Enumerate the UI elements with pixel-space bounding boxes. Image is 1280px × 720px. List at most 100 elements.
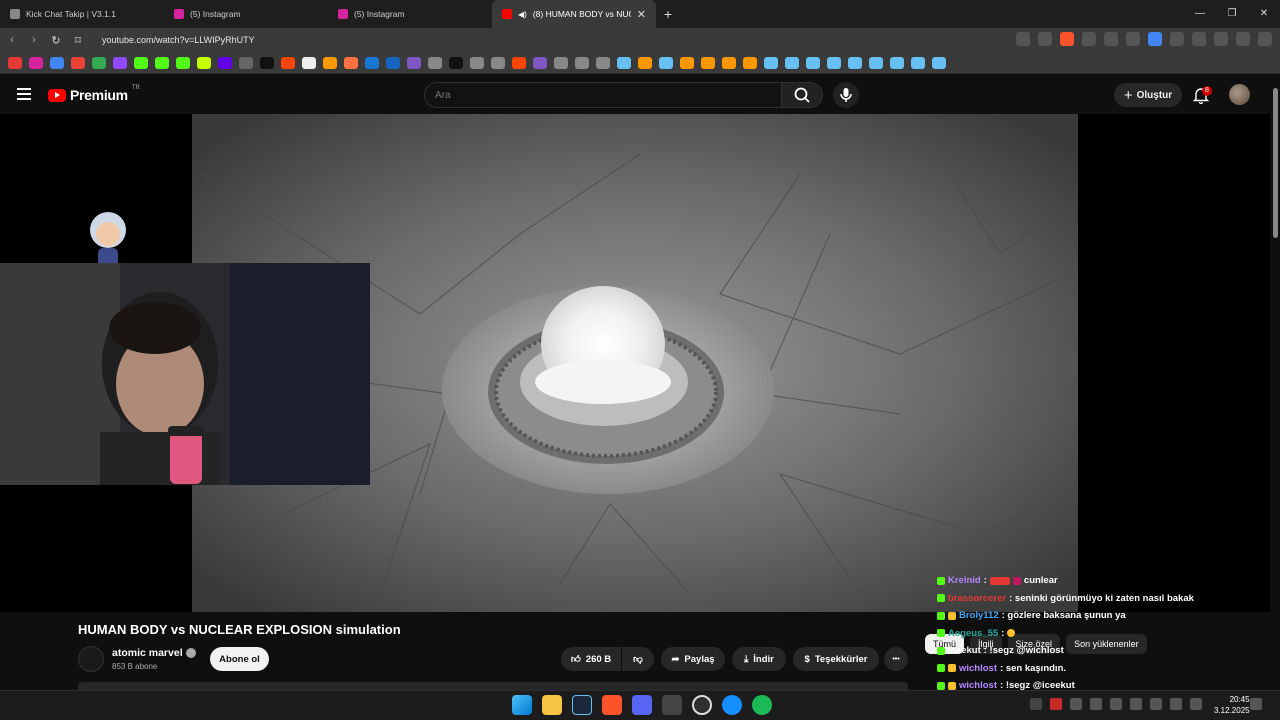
bookmark-favicon-icon[interactable] [659, 56, 673, 69]
bookmark-favicon-icon[interactable] [764, 56, 778, 69]
bookmark-favicon-icon[interactable] [470, 56, 484, 69]
bookmark-favicon-icon[interactable] [176, 56, 190, 69]
subscribe-button[interactable]: Abone ol [210, 647, 269, 671]
bookmark-favicon-icon[interactable] [512, 56, 526, 69]
share-button[interactable]: ➦ Paylaş [661, 647, 725, 671]
notification-center-icon[interactable] [1250, 698, 1262, 710]
file-explorer-icon[interactable] [542, 695, 562, 715]
discord-icon[interactable] [632, 695, 652, 715]
bookmark-favicon-icon[interactable] [449, 56, 463, 69]
bookmark-favicon-icon[interactable] [701, 56, 715, 69]
bookmark-favicon-icon[interactable] [71, 56, 85, 69]
dislike-button[interactable]: 👎︎ [622, 647, 654, 671]
restore-icon[interactable]: ❐ [1216, 0, 1248, 28]
bookmark-favicon-icon[interactable] [281, 56, 295, 69]
bookmark-favicon-icon[interactable] [932, 56, 946, 69]
tab-kick-chat[interactable]: Kick Chat Takip | V3.1.1 [0, 0, 164, 28]
new-tab-button[interactable]: + [656, 6, 680, 22]
extension-icon[interactable] [1170, 32, 1184, 46]
bookmark-favicon-icon[interactable] [680, 56, 694, 69]
search-input[interactable] [425, 83, 781, 107]
back-icon[interactable]: ‹ [2, 34, 22, 46]
bookmark-favicon-icon[interactable] [239, 56, 253, 69]
account-avatar[interactable] [1229, 84, 1250, 105]
bookmark-favicon-icon[interactable] [50, 56, 64, 69]
bookmark-favicon-icon[interactable] [407, 56, 421, 69]
bookmark-favicon-icon[interactable] [827, 56, 841, 69]
bookmark-favicon-icon[interactable] [197, 56, 211, 69]
bookmark-favicon-icon[interactable] [722, 56, 736, 69]
bookmark-favicon-icon[interactable] [890, 56, 904, 69]
playlist-icon[interactable] [1236, 32, 1250, 46]
bookmark-favicon-icon[interactable] [428, 56, 442, 69]
bookmark-favicon-icon[interactable] [92, 56, 106, 69]
battery-icon[interactable] [1190, 698, 1202, 710]
video-player[interactable] [0, 114, 1270, 612]
page-scrollbar[interactable] [1270, 74, 1280, 690]
like-button[interactable]: 👍︎ 260 B [561, 647, 621, 671]
bookmark-favicon-icon[interactable] [554, 56, 568, 69]
brave-browser-icon[interactable] [602, 695, 622, 715]
steam-icon[interactable] [572, 695, 592, 715]
bookmark-favicon-icon[interactable] [365, 56, 379, 69]
obs-icon[interactable] [692, 695, 712, 715]
chevron-up-icon[interactable] [1030, 698, 1042, 710]
menu-icon[interactable] [1258, 32, 1272, 46]
hamburger-menu-icon[interactable] [17, 88, 31, 100]
bookmark-favicon-icon[interactable] [743, 56, 757, 69]
minimize-icon[interactable]: — [1184, 0, 1216, 28]
thanks-button[interactable]: $ Teşekkürler [793, 647, 879, 671]
tray-app-icon[interactable] [1070, 698, 1082, 710]
network-icon[interactable] [1150, 698, 1162, 710]
create-button[interactable]: + Oluştur [1114, 83, 1182, 107]
volume-icon[interactable] [1110, 698, 1122, 710]
bookmark-favicon-icon[interactable] [911, 56, 925, 69]
bookmark-favicon-icon[interactable] [134, 56, 148, 69]
extension-icon[interactable] [1082, 32, 1096, 46]
system-clock[interactable]: 20:45 3.12.2025 [1214, 694, 1250, 716]
forward-icon[interactable]: › [24, 34, 44, 46]
voice-search-button[interactable] [833, 82, 859, 108]
extension-icon[interactable] [1104, 32, 1118, 46]
bookmark-favicon-icon[interactable] [596, 56, 610, 69]
bookmark-favicon-icon[interactable] [323, 56, 337, 69]
more-actions-button[interactable]: ••• [884, 647, 908, 671]
close-window-icon[interactable]: ✕ [1248, 0, 1280, 28]
speaker-icon[interactable] [1170, 698, 1182, 710]
unity-icon[interactable] [662, 695, 682, 715]
share-icon[interactable] [1038, 32, 1052, 46]
bookmark-favicon-icon[interactable] [617, 56, 631, 69]
bookmark-favicon-icon[interactable] [260, 56, 274, 69]
bookmark-favicon-icon[interactable] [218, 56, 232, 69]
bookmark-favicon-icon[interactable] [869, 56, 883, 69]
close-tab-icon[interactable]: ✕ [637, 8, 646, 21]
cast-icon[interactable] [1016, 32, 1030, 46]
tab-youtube-active[interactable]: ◀) (8) HUMAN BODY vs NUCLEAR ✕ [492, 0, 656, 28]
search-button[interactable] [781, 82, 823, 108]
channel-avatar[interactable] [78, 646, 104, 672]
bookmark-favicon-icon[interactable] [302, 56, 316, 69]
bookmark-favicon-icon[interactable] [533, 56, 547, 69]
url-field[interactable]: youtube.com/watch?v=LLWIPyRhUTY [102, 35, 255, 45]
spotify-icon[interactable] [752, 695, 772, 715]
bookmark-favicon-icon[interactable] [575, 56, 589, 69]
scrollbar-thumb[interactable] [1273, 88, 1278, 238]
bookmark-favicon-icon[interactable] [638, 56, 652, 69]
reload-icon[interactable]: ↻ [46, 34, 66, 47]
download-button[interactable]: ⤓ İndir [732, 647, 786, 671]
puzzle-icon[interactable] [1192, 32, 1206, 46]
sidebar-icon[interactable] [1214, 32, 1228, 46]
tab-instagram-1[interactable]: (5) Instagram [164, 0, 328, 28]
windows-start-icon[interactable] [512, 695, 532, 715]
bookmark-favicon-icon[interactable] [386, 56, 400, 69]
bookmark-favicon-icon[interactable] [113, 56, 127, 69]
bookmark-favicon-icon[interactable] [806, 56, 820, 69]
channel-name[interactable]: atomic marvel [112, 647, 196, 659]
extension-icon[interactable] [1148, 32, 1162, 46]
extension-icon[interactable] [1126, 32, 1140, 46]
tray-app-icon[interactable] [1050, 698, 1062, 710]
bookmark-favicon-icon[interactable] [491, 56, 505, 69]
bookmark-favicon-icon[interactable] [8, 56, 22, 69]
microphone-tray-icon[interactable] [1130, 698, 1142, 710]
bookmark-favicon-icon[interactable] [344, 56, 358, 69]
